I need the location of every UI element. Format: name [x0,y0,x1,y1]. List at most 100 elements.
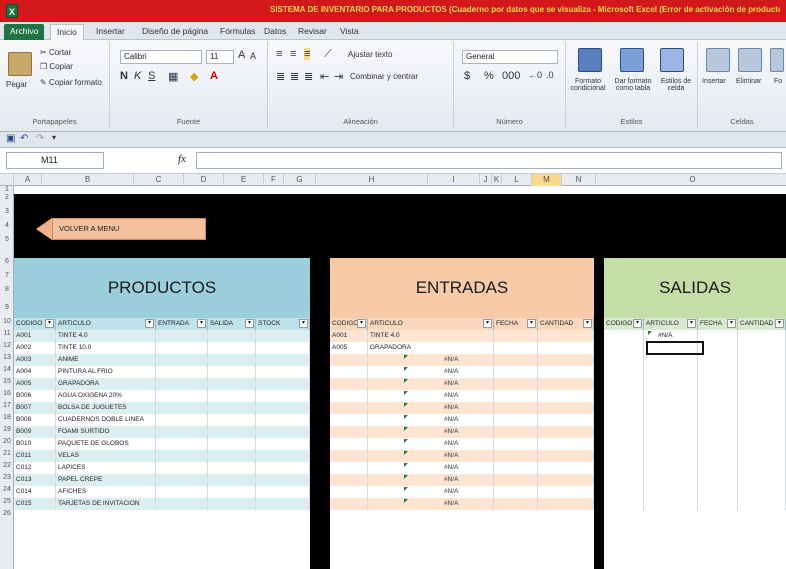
productos-cell[interactable] [208,462,256,474]
entradas-codigo-cell[interactable] [330,378,368,390]
salidas-cell[interactable] [738,414,786,426]
salidas-cell[interactable] [698,366,738,378]
productos-articulo-cell[interactable]: ANIME [56,354,156,366]
italic-icon[interactable]: K [134,70,141,82]
salidas-cell[interactable] [738,402,786,414]
productos-cell[interactable] [156,438,208,450]
productos-cell[interactable] [256,378,310,390]
productos-cell[interactable] [208,354,256,366]
salidas-codigo-cell[interactable] [604,498,644,510]
copy-button[interactable]: ❐ Copiar [40,62,73,71]
column-header-h[interactable]: H [316,174,428,186]
productos-codigo-cell[interactable]: B009 [14,426,56,438]
row-header-12[interactable]: 12 [0,342,14,349]
column-header-o[interactable]: O [596,174,786,186]
entradas-cell[interactable] [538,486,594,498]
filter-dropdown-icon[interactable]: ▾ [583,319,592,328]
productos-cell[interactable] [256,354,310,366]
tab-archivo[interactable]: Archivo [4,24,45,40]
salidas-codigo-cell[interactable] [604,438,644,450]
entradas-codigo-cell[interactable] [330,402,368,414]
productos-cell[interactable] [208,342,256,354]
productos-articulo-cell[interactable]: TARJETAS DE INVITACION [56,498,156,510]
row-header-15[interactable]: 15 [0,378,14,385]
salidas-cell[interactable] [738,486,786,498]
decrease-decimal-icon[interactable]: .0 [546,70,554,80]
productos-articulo-cell[interactable]: TINTE 10.0 [56,342,156,354]
excel-app-icon[interactable]: X [6,4,18,18]
column-header-g[interactable]: G [284,174,316,186]
grow-font-icon[interactable]: A [238,49,245,61]
salidas-cell[interactable] [738,450,786,462]
productos-codigo-cell[interactable]: A001 [14,330,56,342]
productos-codigo-cell[interactable]: C011 [14,450,56,462]
productos-articulo-cell[interactable]: GRAPADORA [56,378,156,390]
salidas-cell[interactable] [738,366,786,378]
productos-cell[interactable] [256,330,310,342]
salidas-articulo-cell[interactable] [644,390,698,402]
productos-cell[interactable] [156,462,208,474]
column-header-f[interactable]: F [264,174,284,186]
productos-codigo-cell[interactable]: B007 [14,402,56,414]
salidas-cell[interactable] [698,378,738,390]
name-box[interactable]: M11 [6,152,104,169]
undo-icon[interactable]: ↶ [20,133,28,144]
row-header-21[interactable]: 21 [0,450,14,457]
productos-header-articulo[interactable]: ARTICULO ▾ [56,318,156,330]
entradas-articulo-cell[interactable]: #N/A [368,402,494,414]
column-header-d[interactable]: D [184,174,224,186]
salidas-articulo-cell[interactable] [644,486,698,498]
tab-inicio[interactable]: Inicio [50,24,84,40]
align-middle-icon[interactable]: ≡ [290,48,296,60]
column-header-a[interactable]: A [14,174,42,186]
column-header-c[interactable]: C [134,174,184,186]
entradas-cell[interactable] [494,414,538,426]
productos-cell[interactable] [156,330,208,342]
productos-cell[interactable] [156,402,208,414]
font-size-select[interactable]: 11 [206,50,234,64]
tab-datos[interactable]: Datos [258,24,292,40]
filter-dropdown-icon[interactable]: ▾ [145,319,154,328]
percent-icon[interactable]: % [484,70,494,82]
filter-dropdown-icon[interactable]: ▾ [527,319,536,328]
salidas-cell[interactable] [698,402,738,414]
entradas-cell[interactable] [494,354,538,366]
entradas-codigo-cell[interactable] [330,498,368,510]
salidas-codigo-cell[interactable] [604,462,644,474]
entradas-codigo-cell[interactable]: A005 [330,342,368,354]
productos-codigo-cell[interactable]: B010 [14,438,56,450]
entradas-codigo-cell[interactable] [330,366,368,378]
productos-articulo-cell[interactable]: LAPICES [56,462,156,474]
productos-cell[interactable] [208,330,256,342]
salidas-cell[interactable] [698,462,738,474]
salidas-articulo-cell[interactable] [644,414,698,426]
entradas-cell[interactable] [494,438,538,450]
salidas-cell[interactable] [738,438,786,450]
tab-formulas[interactable]: Fórmulas [214,24,261,40]
entradas-articulo-cell[interactable]: #N/A [368,414,494,426]
active-cell-outline[interactable] [646,341,704,355]
entradas-codigo-cell[interactable] [330,438,368,450]
productos-cell[interactable] [208,366,256,378]
salidas-cell[interactable] [698,330,738,342]
salidas-articulo-cell[interactable] [644,366,698,378]
entradas-articulo-cell[interactable]: TINTE 4.0 [368,330,494,342]
productos-cell[interactable] [156,390,208,402]
shrink-font-icon[interactable]: A [250,51,256,61]
productos-header-entrada[interactable]: ENTRADA ▾ [156,318,208,330]
align-left-icon[interactable]: ≣ [276,70,285,83]
productos-codigo-cell[interactable]: A004 [14,366,56,378]
row-header-1[interactable]: 1 [0,186,14,193]
row-header-25[interactable]: 25 [0,498,14,505]
row-header-20[interactable]: 20 [0,438,14,445]
select-all-corner[interactable] [0,174,14,186]
cell-styles-button[interactable]: Estilos de celda [656,78,696,92]
salidas-header-articulo[interactable]: ARTICULO ▾ [644,318,698,330]
productos-cell[interactable] [208,390,256,402]
productos-cell[interactable] [156,486,208,498]
formula-input[interactable] [196,152,782,169]
productos-cell[interactable] [256,390,310,402]
productos-codigo-cell[interactable]: A002 [14,342,56,354]
borders-icon[interactable]: ▦ [168,70,178,83]
entradas-articulo-cell[interactable]: #N/A [368,390,494,402]
